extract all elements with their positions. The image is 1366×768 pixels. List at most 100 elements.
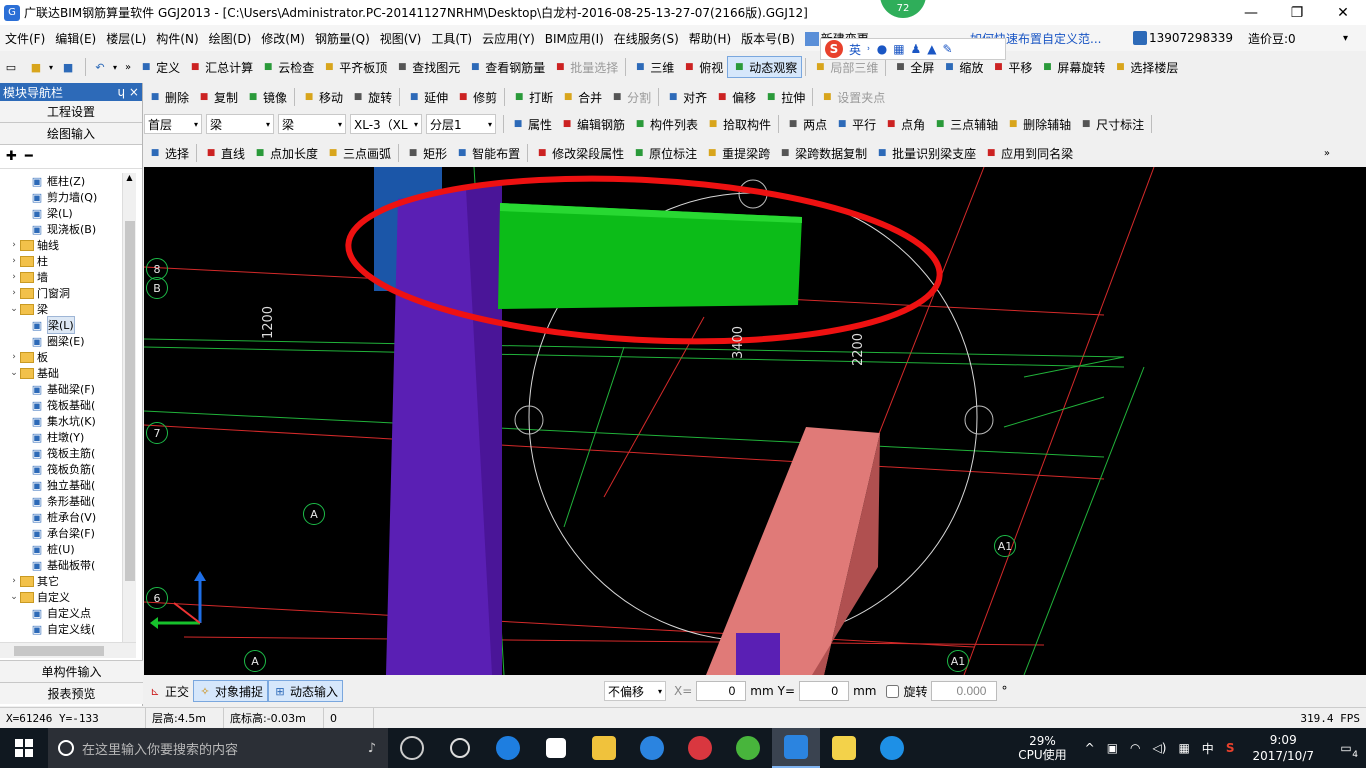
axis-bubble-7[interactable]: 7 <box>146 422 168 444</box>
tb4-items-button-3[interactable]: ■ 三点画弧 <box>322 142 395 164</box>
small-purple-block[interactable] <box>736 633 780 675</box>
tree-item[interactable]: ⌄ 基础 <box>0 365 122 381</box>
menu-item-9[interactable]: 云应用(Y) <box>477 30 540 47</box>
tree-item[interactable]: › 板 <box>0 349 122 365</box>
tb1-items-button-3[interactable]: ■ 平齐板顶 <box>318 56 391 78</box>
tree-scrollbar-horizontal[interactable] <box>0 642 136 658</box>
menu-item-10[interactable]: BIM应用(I) <box>540 30 609 47</box>
tree-expand-icon[interactable]: › <box>8 352 20 362</box>
tree-item[interactable]: ▣ 筏板主筋( <box>0 445 122 461</box>
volume-icon[interactable]: ◁) <box>1153 741 1167 755</box>
ime-mode[interactable]: 中 <box>1202 740 1214 757</box>
explorer-app[interactable] <box>580 728 628 768</box>
ie-app[interactable] <box>868 728 916 768</box>
tree-item[interactable]: ▣ 条形基础( <box>0 493 122 509</box>
menu-item-2[interactable]: 楼层(L) <box>101 30 151 47</box>
3d-viewport[interactable]: 1200 3400 2200 8 B 7 A 6 A A1 A1 <box>144 167 1366 675</box>
tb3-items-button-9[interactable]: ■ 尺寸标注 <box>1075 113 1148 135</box>
tab-project-settings[interactable]: 工程设置 <box>0 101 142 123</box>
tb2-items-button-8[interactable]: ■ 合并 <box>557 86 606 108</box>
tree-item[interactable]: ▣ 梁(L) <box>0 316 122 334</box>
tb1-items-button-0[interactable]: ■ 定义 <box>135 56 184 78</box>
menu-item-12[interactable]: 帮助(H) <box>684 30 736 47</box>
toolbar-overflow-icon[interactable]: » <box>121 56 135 78</box>
tb2-items-button-11[interactable]: ■ 偏移 <box>711 86 760 108</box>
menu-item-4[interactable]: 绘图(D) <box>204 30 257 47</box>
tb2-items-button-1[interactable]: ■ 复制 <box>193 86 242 108</box>
tb4-items-button-1[interactable]: ■ 直线 <box>200 142 249 164</box>
tray-up-icon[interactable]: ^ <box>1085 741 1095 755</box>
tree-expand-icon[interactable]: › <box>8 256 20 266</box>
tb3-items-button-4[interactable]: ■ 两点 <box>782 113 831 135</box>
tb1-view-button-7[interactable]: ■ 屏幕旋转 <box>1036 56 1109 78</box>
taskview-app[interactable] <box>388 728 436 768</box>
tree-expand-icon[interactable]: › <box>8 576 20 586</box>
tree-item[interactable]: › 其它 <box>0 573 122 589</box>
tb4-items-button-6[interactable]: ■ 修改梁段属性 <box>531 142 628 164</box>
tb4-items-button-8[interactable]: ■ 重提梁跨 <box>701 142 774 164</box>
single-component-input-button[interactable]: 单构件输入 <box>0 660 143 682</box>
menu-item-5[interactable]: 修改(M) <box>256 30 310 47</box>
expand-all-icon[interactable]: ✚ <box>6 149 17 164</box>
layer-select[interactable]: 分层1 ▾ <box>426 114 496 134</box>
ggj-app[interactable] <box>772 728 820 768</box>
tree-item[interactable]: ▣ 框柱(Z) <box>0 173 122 189</box>
tree-item[interactable]: ▣ 圈梁(E) <box>0 333 122 349</box>
tree-item[interactable]: ▣ 基础板带( <box>0 557 122 573</box>
minimize-button[interactable]: — <box>1228 0 1274 25</box>
tb2-items-button-3[interactable]: ■ 移动 <box>298 86 347 108</box>
tree-item[interactable]: ▣ 柱墩(Y) <box>0 429 122 445</box>
zaojia-dou[interactable]: 造价豆:0 <box>1243 30 1301 47</box>
glodon-app-1[interactable] <box>628 728 676 768</box>
menu-item-7[interactable]: 视图(V) <box>375 30 427 47</box>
report-preview-button[interactable]: 报表预览 <box>0 682 143 704</box>
clock[interactable]: 9:09 2017/10/7 <box>1252 732 1314 764</box>
tb1-items-button-4[interactable]: ■ 查找图元 <box>391 56 464 78</box>
user-group-icon[interactable]: ♟ <box>911 42 922 56</box>
open-file-button[interactable]: ■ ▾ <box>25 56 57 78</box>
store-app[interactable] <box>532 728 580 768</box>
menu-item-0[interactable]: 文件(F) <box>0 30 50 47</box>
tree-expand-icon[interactable]: ⌄ <box>8 304 20 314</box>
axis-bubble-a1-right[interactable]: A1 <box>994 535 1016 557</box>
menu-item-6[interactable]: 钢筋量(Q) <box>310 30 375 47</box>
tb4-items-button-7[interactable]: ■ 原位标注 <box>628 142 701 164</box>
tree-item[interactable]: › 轴线 <box>0 237 122 253</box>
tb4-items-button-9[interactable]: ■ 梁跨数据复制 <box>774 142 871 164</box>
tree-item[interactable]: ▣ 筏板基础( <box>0 397 122 413</box>
tb2-items-button-6[interactable]: ■ 修剪 <box>452 86 501 108</box>
tb4-items-button-4[interactable]: ■ 矩形 <box>402 142 451 164</box>
tree-expand-icon[interactable]: › <box>8 240 20 250</box>
tb4-items-button-11[interactable]: ■ 应用到同名梁 <box>980 142 1077 164</box>
tb3-items-button-5[interactable]: ■ 平行 <box>831 113 880 135</box>
tb3-items-button-2[interactable]: ■ 构件列表 <box>629 113 702 135</box>
menu-item-11[interactable]: 在线服务(S) <box>609 30 684 47</box>
floor-select[interactable]: 首层 ▾ <box>144 114 202 134</box>
tree-item[interactable]: ▣ 现浇板(B) <box>0 221 122 237</box>
tb2-items-button-13[interactable]: ■ 设置夹点 <box>816 86 889 108</box>
axis-bubble-a1-bottom[interactable]: A1 <box>947 650 969 672</box>
scroll-up-icon[interactable]: ▲ <box>123 173 136 182</box>
tb1-items-button-2[interactable]: ■ 云检查 <box>257 56 318 78</box>
tree-expand-icon[interactable]: ⌄ <box>8 368 20 378</box>
tree-item[interactable]: ▣ 承台梁(F) <box>0 525 122 541</box>
tb2-items-button-9[interactable]: ■ 分割 <box>606 86 655 108</box>
keyboard-icon[interactable]: ▦ <box>1178 741 1189 755</box>
axis-bubble-6[interactable]: 6 <box>146 587 168 609</box>
wrench-icon[interactable]: ✎ <box>943 42 953 56</box>
shirt-icon[interactable]: ▲ <box>927 42 936 56</box>
swirl-app[interactable] <box>436 728 484 768</box>
more-menu-icon[interactable]: ▾ <box>1338 33 1353 44</box>
taskbar-search[interactable]: 在这里输入你要搜索的内容 ♪ <box>48 728 388 768</box>
tree-item[interactable]: ⌄ 梁 <box>0 301 122 317</box>
tree-scrollbar-vertical[interactable]: ▲ <box>122 173 136 643</box>
menu-item-13[interactable]: 版本号(B) <box>736 30 800 47</box>
tree-item[interactable]: ⌄ 自定义 <box>0 589 122 605</box>
axis-bubble-a-mid[interactable]: A <box>303 503 325 525</box>
tree-item[interactable]: › 墙 <box>0 269 122 285</box>
tb2-items-button-7[interactable]: ■ 打断 <box>508 86 557 108</box>
tree-item[interactable]: ▣ 自定义点 <box>0 605 122 621</box>
tb2-items-button-2[interactable]: ■ 镜像 <box>242 86 291 108</box>
punct-icon[interactable]: ˒ <box>867 42 871 56</box>
collapse-all-icon[interactable]: ━ <box>25 149 33 164</box>
